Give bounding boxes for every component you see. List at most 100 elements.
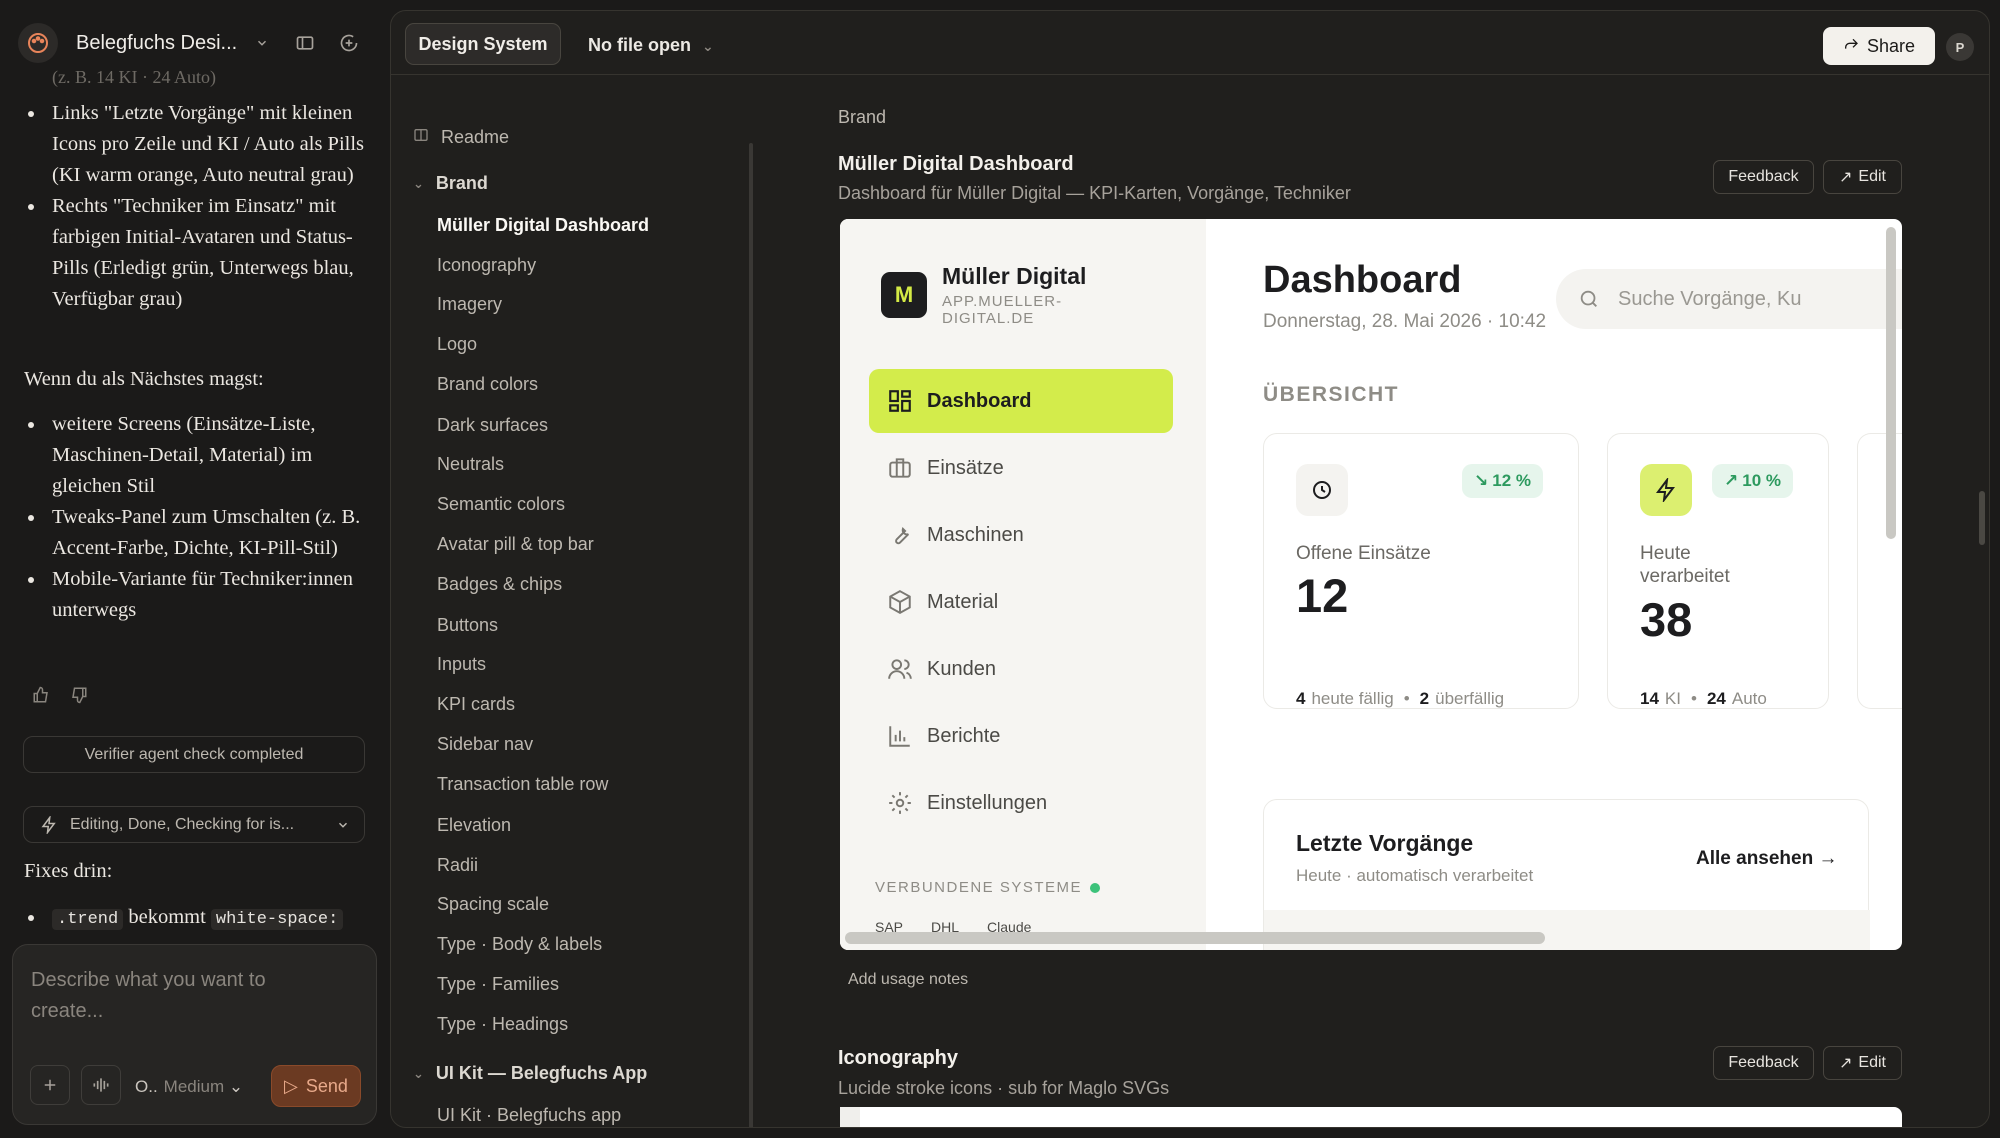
share-button[interactable]: Share — [1823, 27, 1935, 65]
nav-item-brand-colors[interactable]: Brand colors — [437, 374, 538, 395]
chevron-down-icon[interactable] — [255, 36, 269, 50]
kpi-footer-text: Auto — [1731, 689, 1767, 708]
search-input[interactable]: Suche Vorgänge, Ku — [1556, 269, 1902, 329]
status-text: Editing, Done, Checking for is... — [70, 816, 295, 833]
kpi-footer-text: heute fällig — [1311, 689, 1394, 708]
send-icon: ▷ — [284, 1075, 298, 1096]
list-item: Mobile-Variante für Techniker:innen unte… — [0, 564, 390, 626]
preview-sidebar: M Müller Digital APP.MUELLER-DIGITAL.DE … — [840, 219, 1206, 950]
sidebar-toggle-icon[interactable] — [295, 33, 315, 53]
preview-vertical-scrollbar[interactable] — [1886, 227, 1896, 539]
preview-nav-einstellungen[interactable]: Einstellungen — [869, 771, 1173, 835]
project-title[interactable]: Belegfuchs Desi... — [76, 32, 241, 55]
chat-panel: Belegfuchs Desi... (z. B. 14 KI · 24 Aut… — [0, 0, 390, 1138]
kpi-card-processed[interactable]: ↗ 10 % Heute verarbeitet 38 14 KI • 24 Auto — [1607, 433, 1829, 709]
tab-design-system[interactable]: Design System — [405, 23, 561, 65]
nav-item-m-ller-digital-dashboard[interactable]: Müller Digital Dashboard — [437, 215, 649, 236]
nav-item-transaction-table-row[interactable]: Transaction table row — [437, 774, 608, 795]
preview-main: Dashboard Donnerstag, 28. Mai 2026 · 10:… — [1206, 219, 1902, 950]
nav-readme[interactable]: Readme — [413, 127, 509, 148]
brand-name: Müller Digital — [942, 263, 1087, 289]
preview-nav-berichte[interactable]: Berichte — [869, 704, 1173, 768]
kpi-footer-text: KI — [1664, 689, 1681, 708]
nav-scrollbar[interactable] — [749, 143, 753, 1127]
nav-item-imagery[interactable]: Imagery — [437, 294, 502, 315]
edit-button[interactable]: ↗ Edit — [1823, 160, 1902, 194]
nav-item-iconography[interactable]: Iconography — [437, 255, 536, 276]
nav-item-neutrals[interactable]: Neutrals — [437, 454, 504, 475]
clock-icon — [1296, 464, 1348, 516]
nav-item-sidebar-nav[interactable]: Sidebar nav — [437, 734, 533, 755]
nav-item-kpi-cards[interactable]: KPI cards — [437, 694, 515, 715]
list-item: .trend bekommt white-space: — [0, 902, 390, 935]
nav-item-inputs[interactable]: Inputs — [437, 654, 486, 675]
add-attachment-button[interactable] — [30, 1065, 70, 1105]
dashboard-preview[interactable]: M Müller Digital APP.MUELLER-DIGITAL.DE … — [840, 219, 1902, 950]
verifier-status[interactable]: Verifier agent check completed — [23, 736, 365, 773]
feedback-button[interactable]: Feedback — [1713, 160, 1814, 194]
workspace-scrollbar[interactable] — [1979, 491, 1985, 545]
arrow-up-right-icon: ↗ — [1839, 169, 1853, 186]
recent-transactions-card: Letzte Vorgänge Heute · automatisch vera… — [1263, 799, 1870, 950]
view-all-link[interactable]: Alle ansehen → — [1696, 848, 1838, 870]
iconography-preview[interactable] — [840, 1107, 1902, 1127]
preview-nav-einsätze[interactable]: Einsätze — [869, 436, 1173, 500]
code-chip: .trend — [52, 909, 124, 930]
nav-item-type-body-labels[interactable]: Type · Body & labels — [437, 934, 602, 955]
chevron-down-icon: ⌄ — [413, 175, 424, 191]
nav-item-buttons[interactable]: Buttons — [437, 615, 498, 636]
preview-nav-maschinen[interactable]: Maschinen — [869, 503, 1173, 567]
avatar[interactable]: P — [1946, 33, 1974, 61]
nav-item-logo[interactable]: Logo — [437, 334, 477, 355]
feedback-button[interactable]: Feedback — [1713, 1046, 1814, 1080]
preview-nav-label: Berichte — [927, 724, 1001, 747]
preview-nav-material[interactable]: Material — [869, 570, 1173, 634]
preview-horizontal-scrollbar[interactable] — [845, 932, 1545, 944]
nav-section-uikit[interactable]: ⌄ UI Kit — Belegfuchs App — [413, 1063, 647, 1084]
thumbs-down-icon[interactable] — [70, 684, 88, 715]
nav-item-dark-surfaces[interactable]: Dark surfaces — [437, 415, 548, 436]
users-icon — [887, 656, 927, 682]
kpi-card-open[interactable]: ↘ 12 % Offene Einsätze 12 4 heute fällig • 2… — [1263, 433, 1579, 709]
new-chat-icon[interactable] — [339, 33, 359, 53]
model-selector[interactable]: O.. Medium ⌄ — [135, 1077, 243, 1097]
preview-nav-kunden[interactable]: Kunden — [869, 637, 1173, 701]
file-selector[interactable]: No file open ⌄ — [588, 35, 714, 56]
palette-icon[interactable] — [18, 23, 58, 63]
composer-input[interactable]: Describe what you want to create... — [31, 965, 331, 1027]
fix-list: .trend bekommt white-space: — [0, 902, 390, 935]
feedback-row — [32, 684, 88, 715]
lightning-icon — [1640, 464, 1692, 516]
nav-item-elevation[interactable]: Elevation — [437, 815, 511, 836]
trend-value: 10 % — [1742, 471, 1781, 490]
fixes-heading: Fixes drin: — [24, 860, 113, 882]
nav-item-semantic-colors[interactable]: Semantic colors — [437, 494, 565, 515]
nav-item-avatar-pill-top-bar[interactable]: Avatar pill & top bar — [437, 534, 594, 555]
activity-status-pill[interactable]: Editing, Done, Checking for is... — [23, 806, 365, 843]
card-title: Müller Digital Dashboard — [838, 153, 1074, 175]
gear-icon — [887, 790, 927, 816]
edit-button[interactable]: ↗ Edit — [1823, 1046, 1902, 1080]
status-dot — [1090, 882, 1101, 893]
nav-item-type-families[interactable]: Type · Families — [437, 974, 559, 995]
kpi-footer-text: überfällig — [1435, 689, 1505, 708]
dashboard-date: Donnerstag, 28. Mai 2026 · 10:42 — [1263, 311, 1547, 332]
send-label: Send — [305, 1075, 348, 1096]
nav-item-spacing-scale[interactable]: Spacing scale — [437, 894, 549, 915]
nav-section-brand[interactable]: ⌄ Brand — [413, 173, 488, 194]
overview-heading: ÜBERSICHT — [1263, 383, 1400, 406]
nav-item-badges-chips[interactable]: Badges & chips — [437, 574, 562, 595]
kpi-value: 12 — [1296, 569, 1349, 622]
send-button[interactable]: ▷ Send — [271, 1065, 361, 1107]
add-usage-notes-link[interactable]: Add usage notes — [848, 971, 968, 989]
chevron-down-icon — [336, 818, 350, 832]
preview-nav-dashboard[interactable]: Dashboard — [869, 369, 1173, 433]
nav-item-uikit-app[interactable]: UI Kit · Belegfuchs app — [437, 1105, 621, 1126]
audio-waveform-icon[interactable] — [81, 1065, 121, 1105]
trend-value: 12 % — [1492, 471, 1531, 490]
thumbs-up-icon[interactable] — [32, 684, 50, 715]
model-name: O.. — [135, 1077, 158, 1096]
nav-item-type-headings[interactable]: Type · Headings — [437, 1014, 568, 1035]
brand-url: APP.MUELLER-DIGITAL.DE — [942, 293, 1063, 327]
nav-item-radii[interactable]: Radii — [437, 855, 478, 876]
